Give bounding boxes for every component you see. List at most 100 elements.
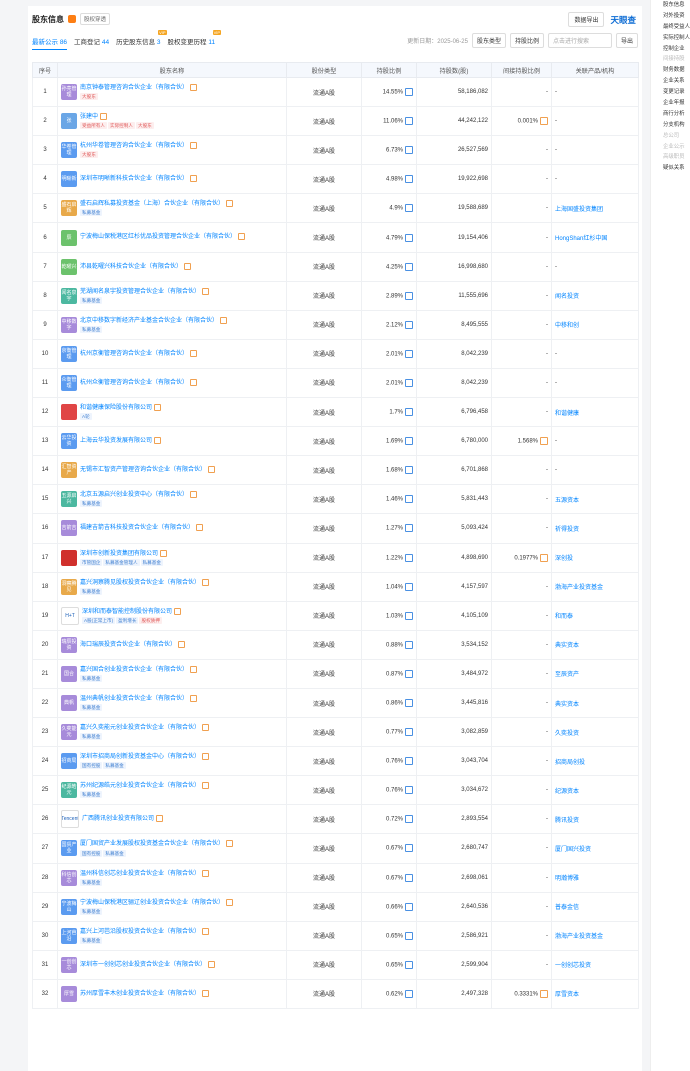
shareholder-name-link[interactable]: 深圳市招商局创新投资基金中心（有限合伙）: [80, 754, 200, 760]
ratio-chart-icon[interactable]: [405, 291, 413, 300]
related-link[interactable]: 典实资本: [555, 643, 579, 649]
report-icon[interactable]: [202, 869, 210, 877]
ratio-chart-icon[interactable]: [405, 873, 413, 882]
shareholder-name-link[interactable]: 嘉兴洞察腾见股权投资合伙企业（有限合伙）: [80, 580, 200, 586]
search-input[interactable]: 点击进行搜索: [547, 33, 612, 48]
shareholder-name-link[interactable]: 北京五源启兴创业投资中心（有限合伙）: [80, 492, 188, 498]
report-icon[interactable]: [190, 378, 198, 386]
ratio-chart-icon[interactable]: [405, 815, 413, 824]
shareholder-name-link[interactable]: 嘉兴上河芭沿股权投资合伙企业（有限合伙）: [80, 929, 200, 935]
shareholder-name-link[interactable]: 宁波梅山保税港区红杉优品投资管理合伙企业（有限合伙）: [80, 235, 236, 241]
ratio-chart-icon[interactable]: [405, 611, 413, 620]
equity-penetration-button[interactable]: 股权穿透: [80, 13, 111, 25]
right-nav-item[interactable]: 对外投资: [651, 11, 690, 22]
indirect-chart-icon[interactable]: [540, 437, 548, 446]
related-link[interactable]: 纪源资本: [555, 789, 579, 795]
ratio-chart-icon[interactable]: [405, 902, 413, 911]
right-nav-item[interactable]: 分支机构: [651, 120, 690, 131]
report-icon[interactable]: [202, 927, 210, 935]
report-icon[interactable]: [220, 316, 228, 324]
right-nav-item[interactable]: 股东信息: [651, 0, 690, 11]
ratio-chart-icon[interactable]: [405, 204, 413, 213]
ratio-chart-icon[interactable]: [405, 466, 413, 475]
ratio-chart-icon[interactable]: [405, 582, 413, 591]
report-icon[interactable]: [238, 233, 246, 241]
shareholder-name-link[interactable]: 海口瑞辰投资合伙企业（有限合伙）: [80, 642, 176, 648]
right-nav-item[interactable]: 疑似关系: [651, 163, 690, 174]
tab-registration[interactable]: 工商登记 44: [74, 36, 109, 46]
related-link[interactable]: 渤海产业投资基金: [555, 934, 603, 940]
right-nav-item[interactable]: 总公司: [651, 131, 690, 142]
shareholder-name-link[interactable]: 南京钟泰管理咨询合伙企业（有限合伙）: [80, 85, 188, 91]
ratio-chart-icon[interactable]: [405, 495, 413, 504]
report-icon[interactable]: [202, 724, 210, 732]
related-link[interactable]: 厦门国兴投资: [555, 847, 591, 853]
report-icon[interactable]: [156, 815, 164, 823]
report-icon[interactable]: [202, 753, 210, 761]
report-icon[interactable]: [190, 175, 198, 183]
shareholder-name-link[interactable]: 嘉兴久奕能元创业投资合伙企业（有限合伙）: [80, 725, 200, 731]
report-icon[interactable]: [202, 287, 210, 295]
ratio-chart-icon[interactable]: [405, 728, 413, 737]
ratio-chart-icon[interactable]: [405, 757, 413, 766]
report-icon[interactable]: [160, 549, 168, 557]
related-link[interactable]: 一创创芯投资: [555, 963, 591, 969]
report-icon[interactable]: [208, 466, 216, 474]
ratio-chart-icon[interactable]: [405, 786, 413, 795]
related-link[interactable]: 和而泰: [555, 614, 573, 620]
right-nav-item[interactable]: 财务数据: [651, 65, 690, 76]
ratio-chart-icon[interactable]: [405, 349, 413, 358]
shareholder-name-link[interactable]: 北京中移数字新经济产业基金合伙企业（有限合伙）: [80, 318, 218, 324]
related-link[interactable]: 厚雪资本: [555, 992, 579, 998]
ratio-chart-icon[interactable]: [405, 175, 413, 184]
shareholder-name-link[interactable]: 苏州纪源皓元创业投资合伙企业（有限合伙）: [80, 783, 200, 789]
related-link[interactable]: 深创投: [555, 556, 573, 562]
report-icon[interactable]: [190, 349, 198, 357]
related-link[interactable]: 上海国盛投资集团: [555, 207, 603, 213]
related-link[interactable]: 明瀚博雅: [555, 876, 579, 882]
report-icon[interactable]: [208, 960, 216, 968]
report-icon[interactable]: [226, 898, 234, 906]
export-button[interactable]: 导出: [615, 33, 638, 48]
shareholder-name-link[interactable]: 深圳和而泰智能控制股份有限公司: [82, 609, 172, 615]
ratio-chart-icon[interactable]: [405, 669, 413, 678]
ratio-chart-icon[interactable]: [405, 699, 413, 708]
ratio-chart-icon[interactable]: [405, 844, 413, 853]
ratio-chart-icon[interactable]: [405, 640, 413, 649]
shareholder-name-link[interactable]: 杭州华卷管理咨询合伙企业（有限合伙）: [80, 143, 188, 149]
shareholder-name-link[interactable]: 杭州京衡管理咨询合伙企业（有限合伙）: [80, 351, 188, 357]
shareholder-type-select[interactable]: 股东类型: [471, 33, 506, 48]
shareholder-name-link[interactable]: 深圳市一创创芯创业投资合伙企业（有限合伙）: [80, 962, 206, 968]
report-icon[interactable]: [202, 578, 210, 586]
related-link[interactable]: 渤海产业投资基金: [555, 585, 603, 591]
shareholder-name-link[interactable]: 苏州厚雪丰木创业投资合伙企业（有限合伙）: [80, 991, 200, 997]
indirect-chart-icon[interactable]: [540, 117, 548, 126]
report-icon[interactable]: [100, 113, 108, 121]
shareholder-name-link[interactable]: 温州典帆创业投资合伙企业（有限合伙）: [80, 696, 188, 702]
shareholder-name-link[interactable]: 无锡市汇智资产管理咨询合伙企业（有限合伙）: [80, 467, 206, 473]
report-icon[interactable]: [154, 404, 162, 412]
right-nav-item[interactable]: 企业公示: [651, 142, 690, 153]
report-icon[interactable]: [202, 989, 210, 997]
related-link[interactable]: 普泰金信: [555, 905, 579, 911]
report-icon[interactable]: [154, 437, 162, 445]
report-icon[interactable]: [190, 694, 198, 702]
related-link[interactable]: HongShan红杉中国: [555, 236, 607, 242]
ratio-chart-icon[interactable]: [405, 378, 413, 387]
right-nav-item[interactable]: 实际控制人: [651, 33, 690, 44]
related-link[interactable]: 祈得投资: [555, 527, 579, 533]
related-link[interactable]: 典实资本: [555, 702, 579, 708]
report-icon[interactable]: [190, 142, 198, 150]
ratio-chart-icon[interactable]: [405, 146, 413, 155]
report-icon[interactable]: [184, 262, 192, 270]
shareholder-name-link[interactable]: 广西腾讯创业投资有限公司: [82, 816, 154, 822]
right-nav-item[interactable]: 最终受益人: [651, 22, 690, 33]
related-link[interactable]: 闻名投资: [555, 294, 579, 300]
report-icon[interactable]: [226, 200, 234, 208]
report-icon[interactable]: [190, 491, 198, 499]
related-link[interactable]: 五源资本: [555, 498, 579, 504]
ratio-chart-icon[interactable]: [405, 989, 413, 998]
right-nav-item[interactable]: 高级职员: [651, 152, 690, 163]
shareholder-name-link[interactable]: 宁波梅山保税港区骊辽创业投资合伙企业（有限合伙）: [80, 900, 224, 906]
related-link[interactable]: 久奕投资: [555, 731, 579, 737]
